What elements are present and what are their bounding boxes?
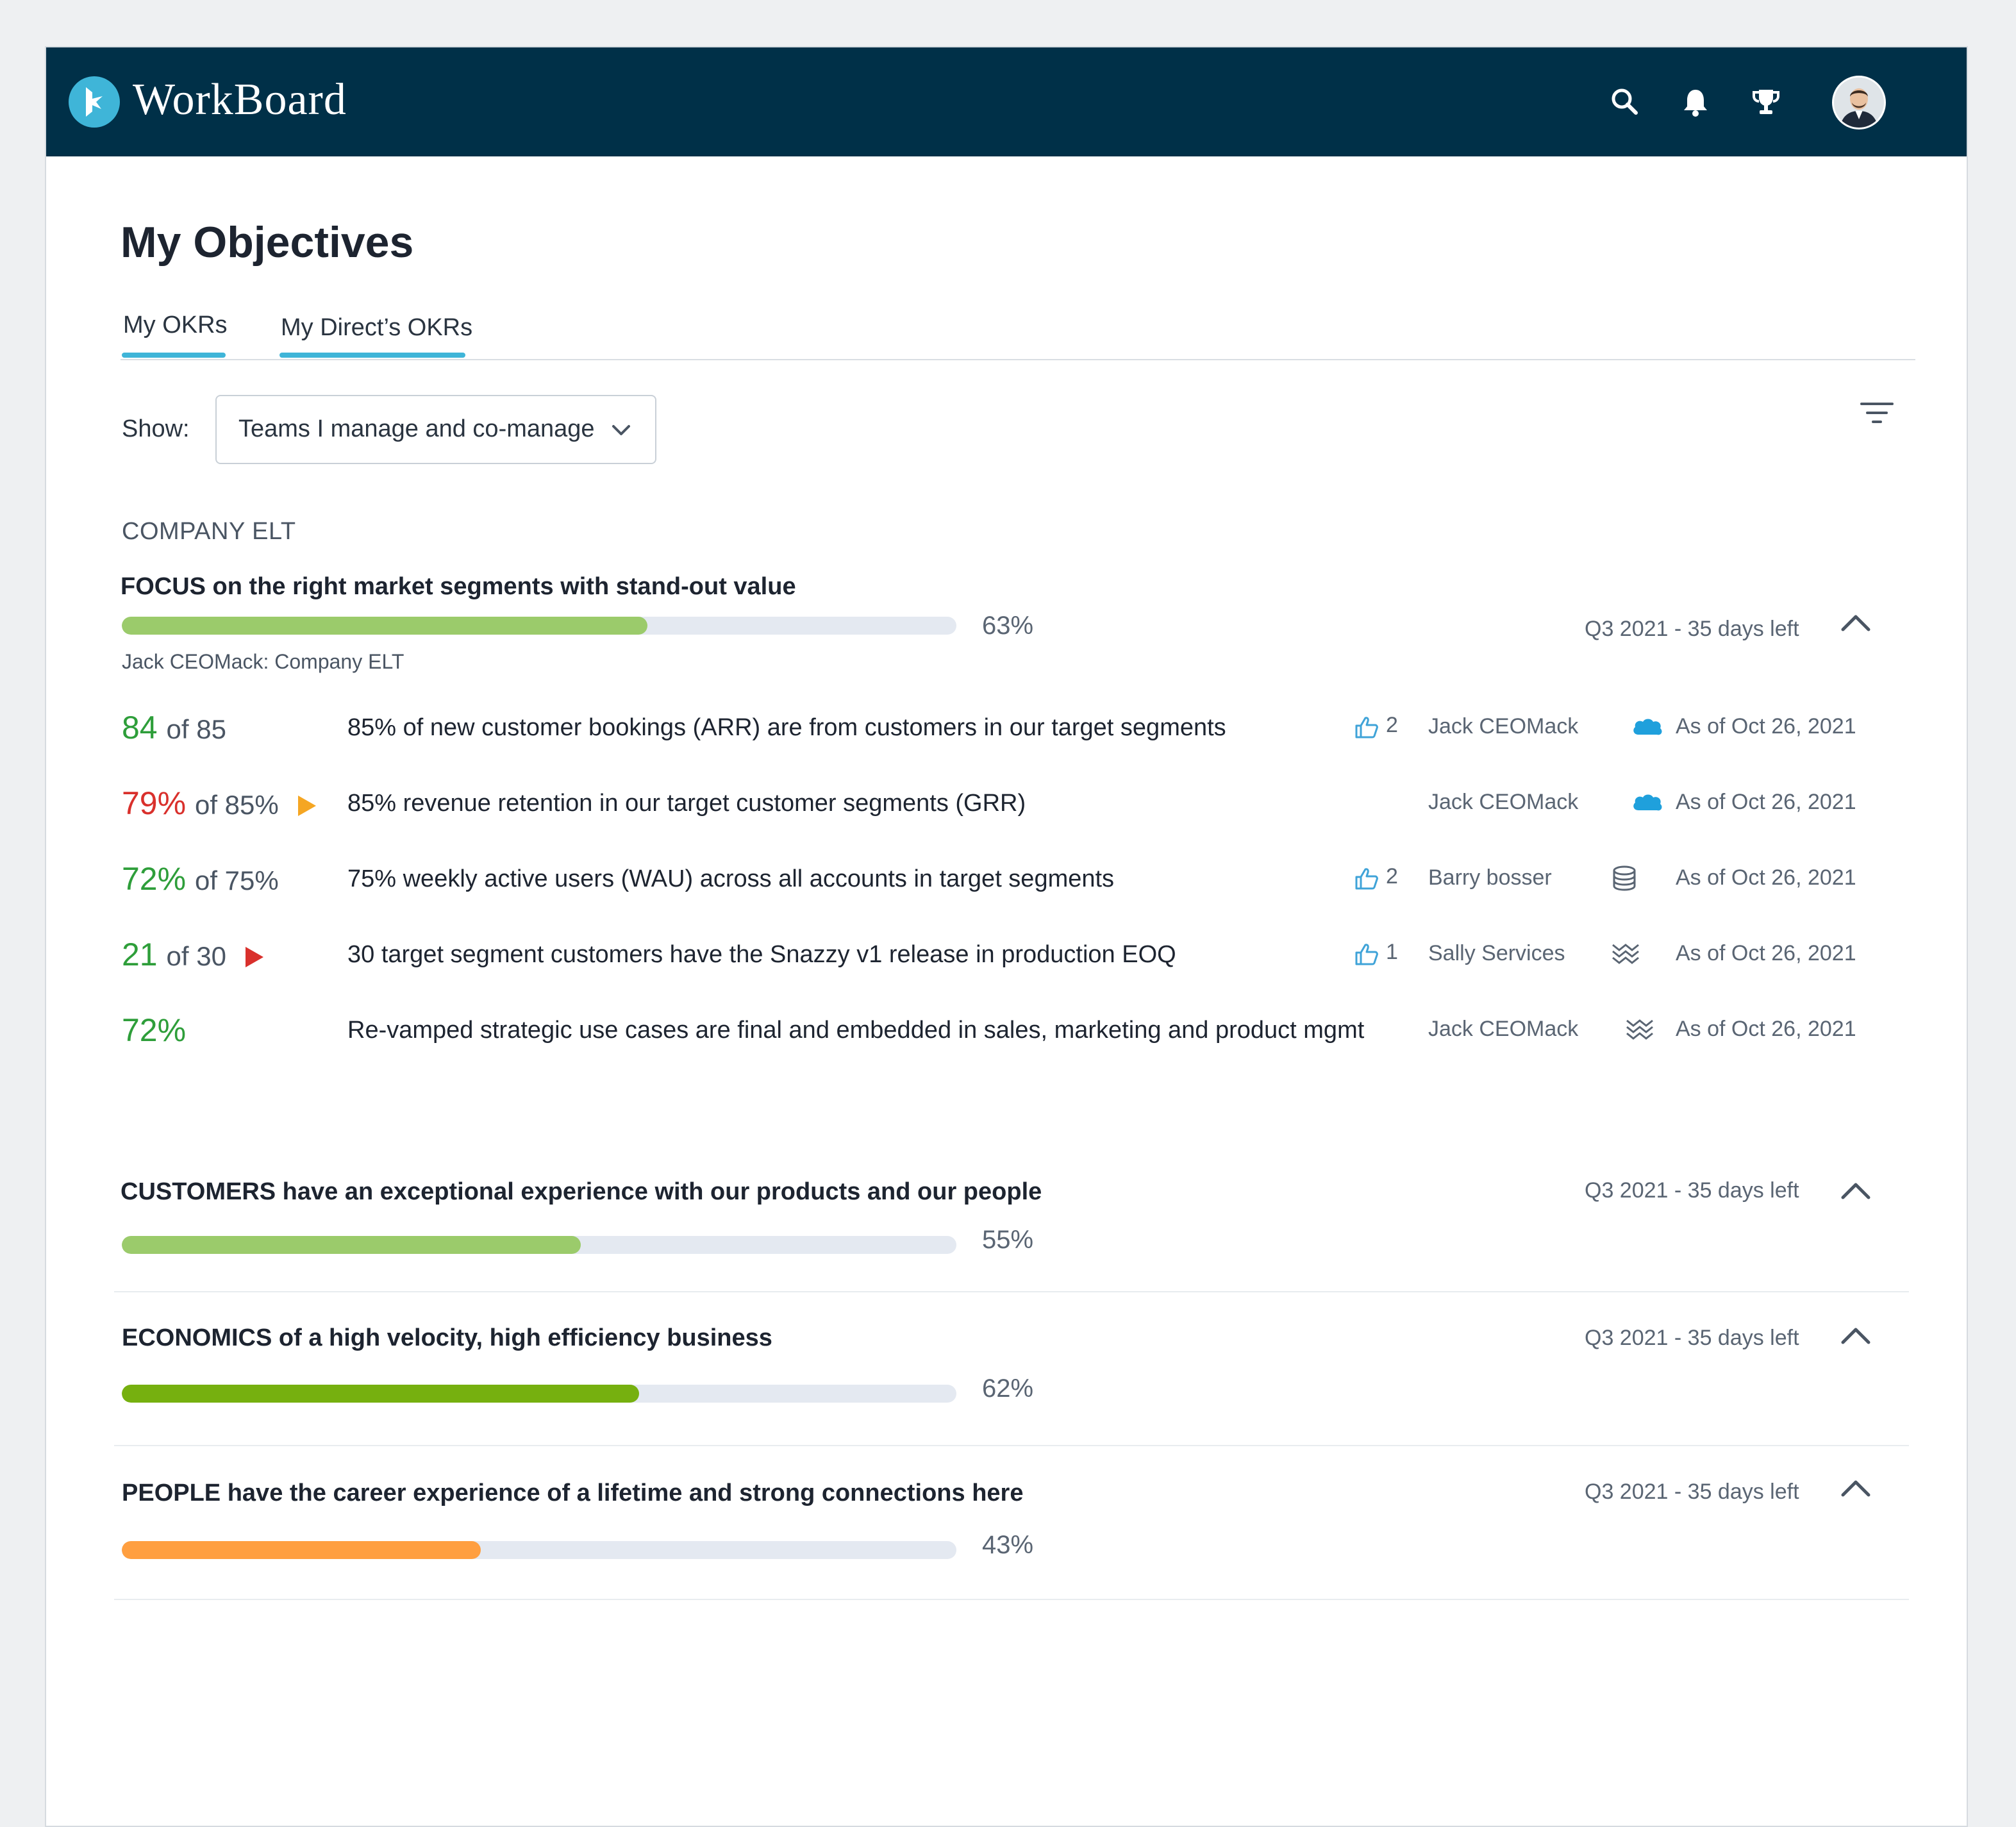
salesforce-icon (1633, 719, 1662, 735)
off-track-flag-icon (245, 946, 263, 967)
like-count: 1 (1386, 940, 1398, 964)
key-result-target: of 30 (166, 941, 226, 971)
key-result-text[interactable]: 30 target segment customers have the Sna… (347, 941, 1176, 969)
waves-icon (1626, 1019, 1653, 1040)
objective-quarter: Q3 2021 - 35 days left (1585, 1178, 1799, 1203)
like-button[interactable]: 2 (1354, 864, 1412, 896)
tabs-divider (121, 359, 1915, 360)
objective-title[interactable]: CUSTOMERS have an exceptional experience… (121, 1178, 1042, 1206)
objective-quarter: Q3 2021 - 35 days left (1585, 617, 1799, 641)
key-result-metric: 79% of 85% (122, 785, 316, 822)
key-result-metric: 72% (122, 1012, 186, 1049)
collapse-chevron-up-icon[interactable] (1838, 1324, 1873, 1346)
like-button[interactable]: 2 (1354, 713, 1412, 745)
tab-my-directs-okrs-underline (279, 353, 465, 358)
objective-progress-bar (122, 1385, 956, 1403)
objective-progress-fill (122, 1385, 640, 1403)
key-result-value: 72% (122, 1012, 187, 1048)
objective-progress-percent: 43% (982, 1531, 1034, 1559)
key-result-text[interactable]: 75% weekly active users (WAU) across all… (347, 865, 1114, 893)
like-count: 2 (1386, 864, 1398, 888)
objective-title[interactable]: ECONOMICS of a high velocity, high effic… (122, 1324, 772, 1352)
objective-divider (114, 1599, 1909, 1600)
key-result-metric: 84 of 85 (122, 709, 226, 746)
tab-my-okrs-underline (122, 353, 226, 358)
key-result-owner[interactable]: Jack CEOMack (1428, 790, 1578, 815)
objective-quarter: Q3 2021 - 35 days left (1585, 1480, 1799, 1504)
tab-my-okrs[interactable]: My OKRs (123, 312, 228, 339)
show-label: Show: (122, 415, 190, 442)
key-result-date: As of Oct 26, 2021 (1676, 941, 1856, 965)
key-result-value: 84 (122, 710, 158, 746)
at-risk-flag-icon (297, 795, 316, 816)
key-result-owner[interactable]: Jack CEOMack (1428, 714, 1578, 739)
collapse-chevron-up-icon[interactable] (1838, 1477, 1873, 1499)
key-result-value: 79% (122, 785, 187, 821)
objective-progress-fill (122, 617, 648, 635)
like-button[interactable]: 1 (1354, 940, 1412, 972)
key-result-text[interactable]: 85% of new customer bookings (ARR) are f… (347, 714, 1226, 742)
chevron-down-icon (612, 425, 630, 435)
waves-icon (1612, 944, 1639, 964)
key-result-value: 21 (122, 937, 158, 972)
salesforce-icon (1633, 794, 1662, 811)
objective-progress-bar (122, 617, 956, 635)
key-result-text[interactable]: 85% revenue retention in our target cust… (347, 790, 1026, 817)
key-result-date: As of Oct 26, 2021 (1676, 714, 1856, 738)
key-result-metric: 21 of 30 (122, 936, 263, 973)
objective-divider (114, 1291, 1909, 1292)
bell-icon[interactable] (1678, 85, 1713, 119)
top-navigation-bar: WorkBoard (46, 47, 1967, 156)
database-icon (1613, 865, 1636, 891)
key-result-value: 72% (122, 861, 187, 897)
objective-progress-bar (122, 1236, 956, 1254)
key-result-date: As of Oct 26, 2021 (1676, 1017, 1856, 1041)
team-scope-value: Teams I manage and co-manage (238, 415, 595, 442)
objective-progress-percent: 63% (982, 612, 1034, 640)
filter-icon[interactable] (1859, 399, 1895, 428)
key-result-target: of 85 (166, 714, 226, 744)
thumbs-up-icon (1355, 717, 1378, 738)
key-result-target: of 75% (194, 865, 279, 896)
key-result-row[interactable]: 72% Re-vamped strategic use cases are fi… (46, 1012, 1967, 1063)
objective-progress-bar (122, 1541, 956, 1559)
objective-title[interactable]: FOCUS on the right market segments with … (121, 573, 796, 601)
key-result-row[interactable]: 84 of 85 85% of new customer bookings (A… (46, 709, 1967, 760)
thumbs-up-icon (1355, 868, 1378, 890)
page-title: My Objectives (121, 218, 414, 267)
key-result-metric: 72% of 75% (122, 860, 279, 897)
app-window: WorkBoard My Objectives My OKRs My Direc… (45, 46, 1968, 1827)
collapse-chevron-up-icon[interactable] (1838, 1180, 1873, 1201)
objective-progress-percent: 62% (982, 1374, 1034, 1403)
thumbs-up-icon (1355, 944, 1378, 965)
key-result-date: As of Oct 26, 2021 (1676, 865, 1856, 890)
section-heading: COMPANY ELT (122, 518, 296, 545)
objective-progress-fill (122, 1541, 481, 1559)
key-result-row[interactable]: 79% of 85% 85% revenue retention in our … (46, 785, 1967, 836)
collapse-chevron-up-icon[interactable] (1838, 612, 1873, 633)
user-avatar[interactable] (1832, 76, 1886, 129)
key-result-owner[interactable]: Jack CEOMack (1428, 1017, 1578, 1042)
trophy-icon[interactable] (1749, 85, 1783, 119)
brand-name[interactable]: WorkBoard (133, 74, 347, 126)
search-icon[interactable] (1608, 85, 1642, 119)
workboard-logo-icon[interactable] (68, 76, 121, 128)
objective-owner: Jack CEOMack: Company ELT (122, 650, 404, 673)
team-scope-select[interactable]: Teams I manage and co-manage (215, 395, 656, 464)
key-result-row[interactable]: 72% of 75% 75% weekly active users (WAU)… (46, 860, 1967, 912)
key-result-text[interactable]: Re-vamped strategic use cases are final … (347, 1017, 1364, 1044)
key-result-owner[interactable]: Sally Services (1428, 941, 1565, 966)
key-result-date: As of Oct 26, 2021 (1676, 790, 1856, 814)
key-result-target: of 85% (194, 790, 279, 820)
objective-divider (114, 1445, 1909, 1446)
like-count: 2 (1386, 713, 1398, 737)
avatar-portrait-icon (1834, 78, 1884, 128)
key-result-row[interactable]: 21 of 30 30 target segment customers hav… (46, 936, 1967, 987)
key-result-owner[interactable]: Barry bosser (1428, 865, 1552, 890)
objective-progress-percent: 55% (982, 1226, 1034, 1254)
tab-my-directs-okrs[interactable]: My Direct’s OKRs (281, 314, 472, 342)
objective-title[interactable]: PEOPLE have the career experience of a l… (122, 1480, 1023, 1507)
objective-progress-fill (122, 1236, 581, 1254)
objective-quarter: Q3 2021 - 35 days left (1585, 1326, 1799, 1350)
